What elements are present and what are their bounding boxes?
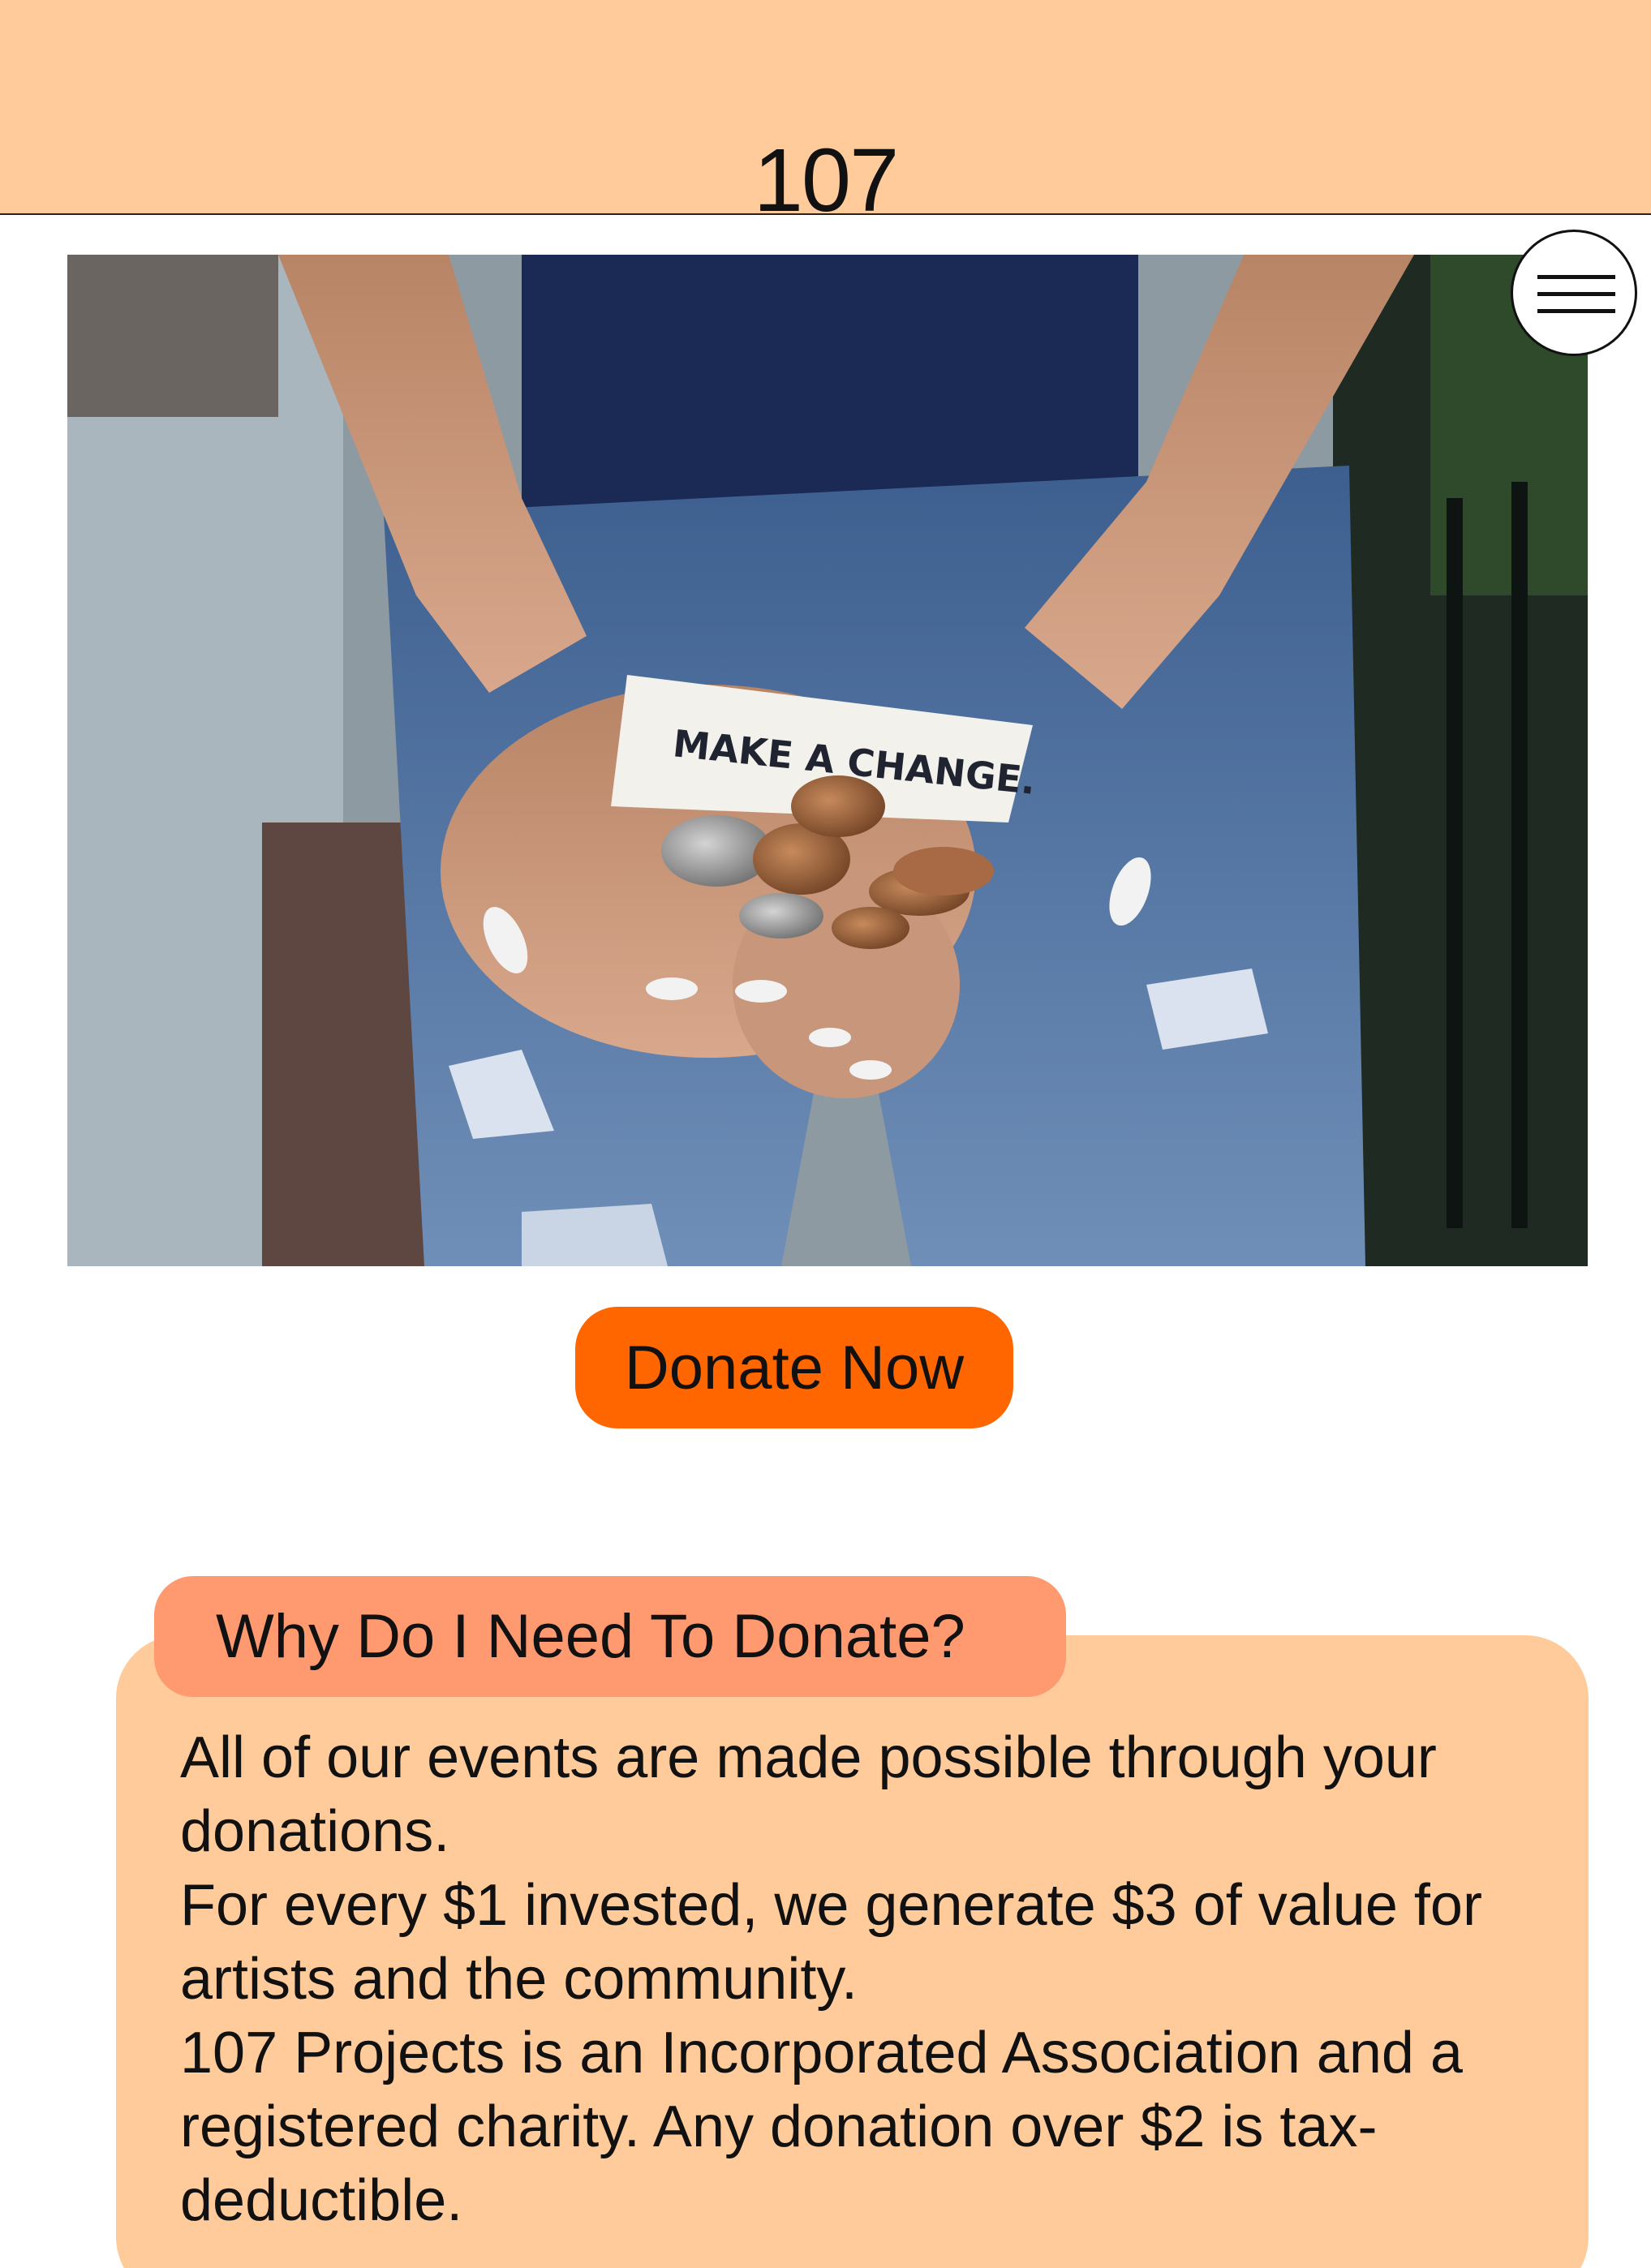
card-paragraph: All of our events are made possible thro… — [180, 1725, 1437, 1864]
donate-now-button[interactable]: Donate Now — [575, 1307, 1013, 1428]
site-logo[interactable]: 107 — [0, 136, 1651, 214]
hamburger-menu-icon-line — [1537, 292, 1615, 296]
hamburger-menu-icon-line — [1537, 309, 1615, 313]
hero-photo-illustration: MAKE A CHANGE. — [67, 255, 1588, 1266]
card-paragraph: For every $1 invested, we generate $3 of… — [180, 1873, 1482, 2012]
hamburger-menu-icon-line — [1537, 275, 1615, 279]
card-paragraph: 107 Projects is an Incorporated Associat… — [180, 2021, 1463, 2233]
why-donate-heading: Why Do I Need To Donate? — [154, 1576, 1066, 1697]
why-donate-body: All of our events are made possible thro… — [180, 1721, 1543, 2238]
donate-page: 107 MAKE A CHANGE. Donate Now Why Do I N… — [0, 0, 1651, 2268]
hamburger-menu-button[interactable] — [1511, 230, 1637, 356]
hero-image: MAKE A CHANGE. — [67, 255, 1588, 1266]
site-header: 107 — [0, 0, 1651, 215]
